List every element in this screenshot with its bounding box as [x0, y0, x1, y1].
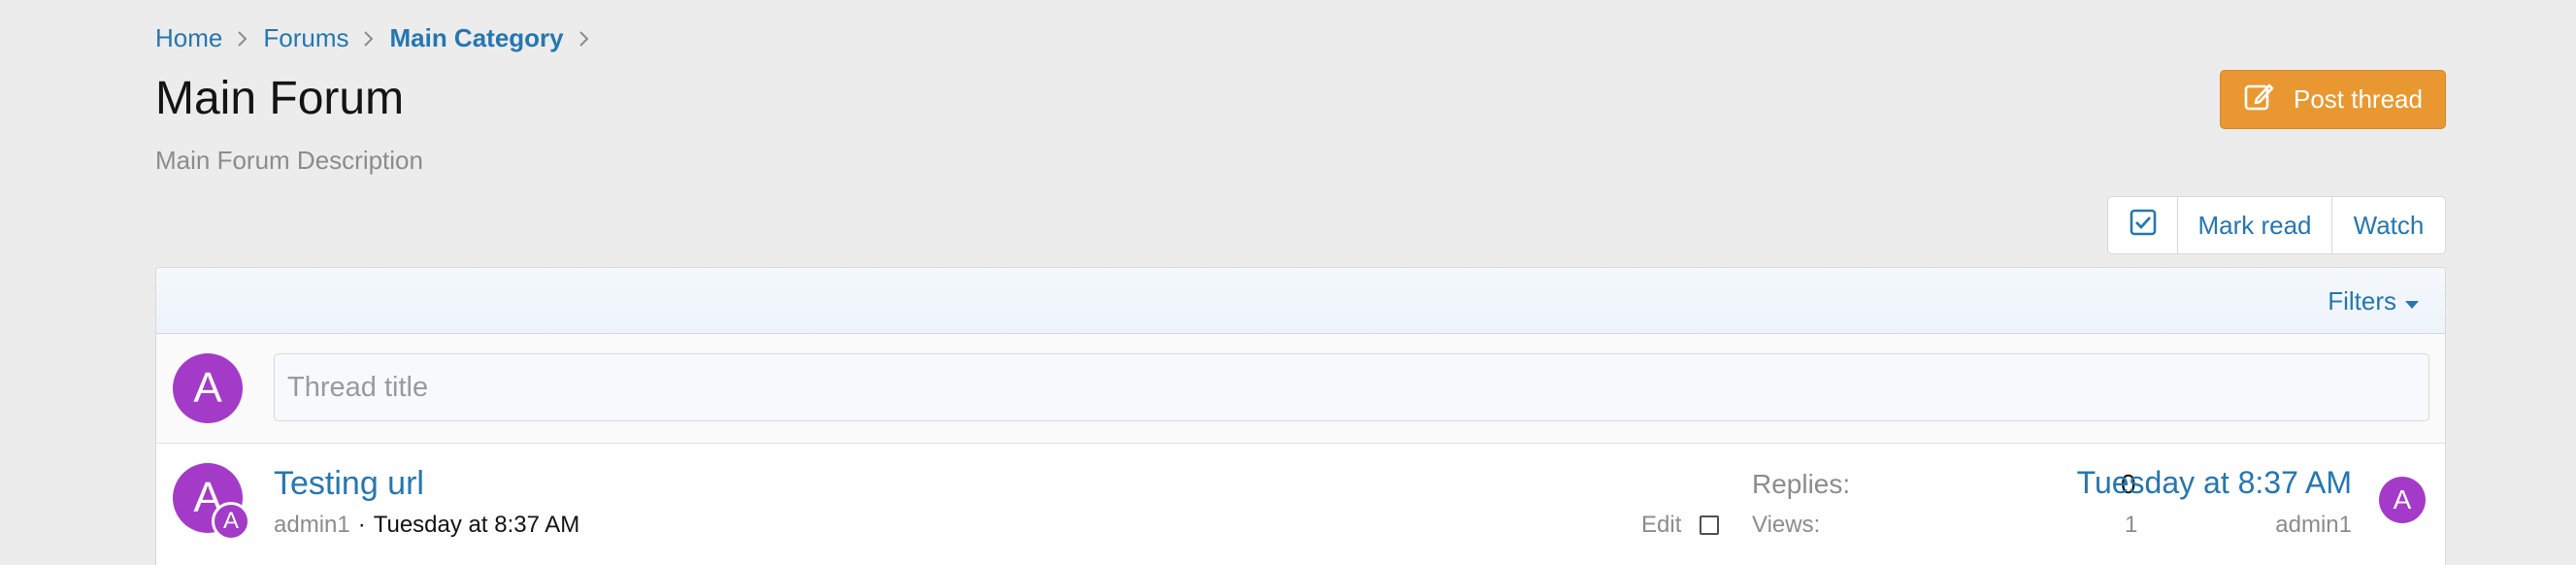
- filter-bar: Filters: [156, 268, 2445, 334]
- breadcrumb-forums[interactable]: Forums: [263, 23, 348, 53]
- edit-thread-link[interactable]: Edit: [1641, 512, 1681, 539]
- post-thread-button[interactable]: Post thread: [2220, 70, 2446, 129]
- table-row: A A Testing url admin1 · Tuesday at 8:37…: [156, 444, 2445, 565]
- mark-read-button[interactable]: Mark read: [2178, 197, 2332, 253]
- thread-start-date[interactable]: Tuesday at 8:37 AM: [374, 512, 580, 539]
- caret-down-icon: [2404, 286, 2420, 316]
- edit-icon: [2243, 80, 2276, 119]
- breadcrumb: Home Forums Main Category: [155, 23, 605, 53]
- latest-avatar[interactable]: A: [2379, 477, 2426, 523]
- views-label: Views:: [1752, 512, 1821, 538]
- page-title: Main Forum: [155, 73, 405, 124]
- replies-label: Replies:: [1752, 469, 1851, 499]
- thread-select-checkbox[interactable]: [1700, 515, 1719, 535]
- views-count: 1: [2125, 512, 2138, 538]
- chevron-right-icon: [236, 29, 249, 49]
- breadcrumb-home[interactable]: Home: [155, 23, 222, 53]
- thread-list: Filters A A A Testing url admin1 · Tuesd…: [155, 267, 2446, 565]
- select-threads-button[interactable]: [2108, 197, 2178, 253]
- thread-title-link[interactable]: Testing url: [274, 465, 424, 503]
- forum-actions-group: Mark read Watch: [2107, 196, 2446, 254]
- thread-title-input[interactable]: [274, 353, 2429, 421]
- chevron-right-icon: [578, 29, 591, 49]
- avatar[interactable]: A: [173, 353, 243, 423]
- thread-meta: admin1 · Tuesday at 8:37 AM: [274, 512, 579, 539]
- checkbox-checked-icon: [2129, 208, 2158, 244]
- watch-button[interactable]: Watch: [2332, 197, 2445, 253]
- filters-label: Filters: [2328, 286, 2396, 316]
- quick-thread-row: A: [156, 334, 2445, 444]
- meta-separator: ·: [357, 512, 366, 538]
- thread-author-link[interactable]: admin1: [274, 512, 350, 539]
- latest-post-date[interactable]: Tuesday at 8:37 AM: [2077, 465, 2352, 501]
- breadcrumb-main-category[interactable]: Main Category: [389, 23, 563, 53]
- filters-button[interactable]: Filters: [2328, 286, 2420, 316]
- avatar-mini[interactable]: A: [212, 502, 250, 541]
- latest-post-user[interactable]: admin1: [2275, 512, 2352, 539]
- page-description: Main Forum Description: [155, 146, 423, 175]
- post-thread-label: Post thread: [2294, 84, 2423, 114]
- chevron-right-icon: [362, 29, 376, 49]
